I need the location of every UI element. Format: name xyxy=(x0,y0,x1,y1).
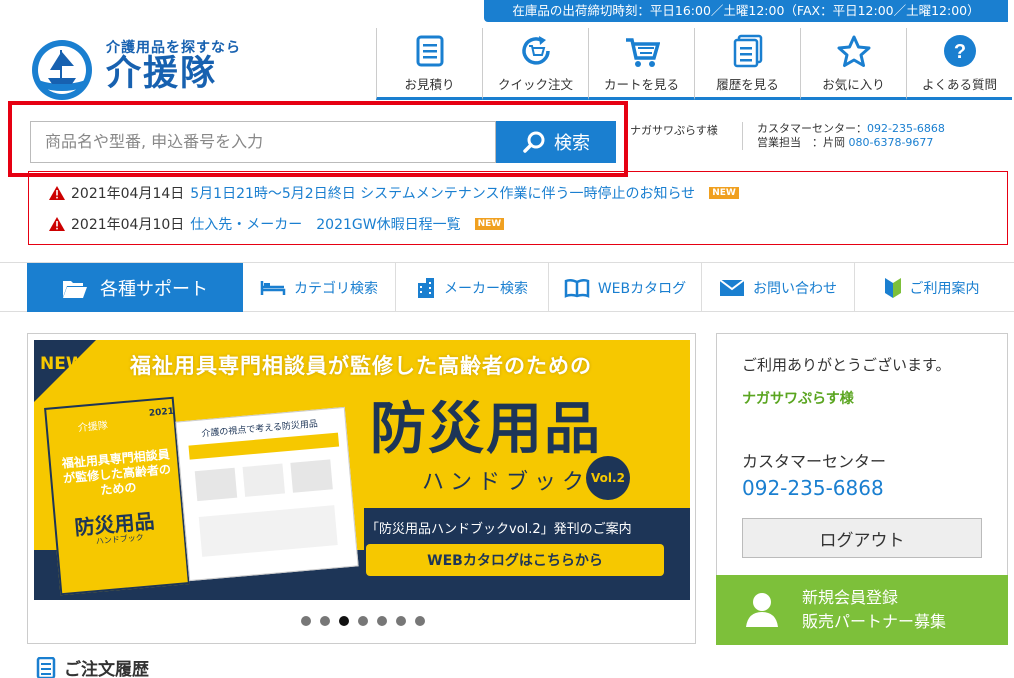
nav-web-catalog[interactable]: WEBカタログ xyxy=(549,263,702,312)
notice-date: 2021年04月10日 xyxy=(71,217,185,233)
carousel-dot[interactable] xyxy=(319,616,330,626)
logo-emblem[interactable] xyxy=(26,36,102,100)
leaflet-image: 介護の視点で考える防災用品 xyxy=(175,406,359,582)
notice-link[interactable]: 5月1日21時～5月2日終日 システムメンテナンス作業に伴う一時停止のお知らせ xyxy=(190,183,695,203)
nav-support[interactable]: 各種サポート xyxy=(27,263,243,312)
nav-guide-label: ご利用案内 xyxy=(909,280,980,297)
sidebar-thanks: ご利用ありがとうございます。 xyxy=(742,356,951,374)
carousel-dots xyxy=(28,616,697,626)
nav-maker-label: メーカー検索 xyxy=(444,280,528,297)
search-icon xyxy=(523,131,545,153)
carousel-dot[interactable] xyxy=(395,616,406,626)
history-button[interactable]: 履歴を見る xyxy=(694,28,800,100)
question-icon: ? xyxy=(943,35,976,67)
quick-order-button[interactable]: クイック注文 xyxy=(482,28,588,100)
quick-order-label: クイック注文 xyxy=(497,77,573,92)
nav-support-label: 各種サポート xyxy=(100,278,208,300)
notice-box: 2021年04月14日 5月1日21時～5月2日終日 システムメンテナンス作業に… xyxy=(28,171,1008,245)
favorites-button[interactable]: お気に入り xyxy=(800,28,906,100)
nav-category-label: カテゴリ検索 xyxy=(294,280,378,297)
order-history-heading: ご注文履歴 xyxy=(36,655,149,678)
mail-icon xyxy=(719,278,745,296)
star-icon xyxy=(837,35,870,67)
shipping-deadline-note: 在庫品の出荷締切時刻：平日16:00／土曜12:00（FAX：平日12:00／土… xyxy=(484,0,1008,22)
register-button[interactable]: 新規会員登録 販売パートナー募集 xyxy=(716,575,1008,645)
header-icon-bar: お見積り クイック注文 カートを見る 履歴を見る お気に入り ? よくある質問 xyxy=(376,28,1012,100)
book-icon xyxy=(564,278,590,298)
banner-cta-button[interactable]: WEBカタログはこちらから xyxy=(366,544,664,576)
search-button-label: 検索 xyxy=(554,133,590,154)
banner-headline: 福祉用具専門相談員が監修した高齢者のための xyxy=(130,354,592,378)
nav-maker-search[interactable]: メーカー検索 xyxy=(396,263,549,312)
search-button[interactable]: 検索 xyxy=(496,121,616,163)
contact-info: カスタマーセンター：092-235-6868 営業担当 ：片岡 080-6378… xyxy=(742,122,945,150)
center-label: カスタマーセンター： xyxy=(757,122,867,135)
order-history-title: ご注文履歴 xyxy=(64,660,149,678)
beginner-mark-icon xyxy=(884,277,901,298)
carousel-dot[interactable] xyxy=(376,616,387,626)
banner-subtitle: ハンドブック xyxy=(422,470,591,495)
search-input[interactable]: 商品名や型番, 申込番号を入力 xyxy=(30,121,496,163)
history-label: 履歴を見る xyxy=(716,77,779,92)
register-line1: 新規会員登録 xyxy=(802,588,899,607)
banner-vol-badge: Vol.2 xyxy=(586,456,630,500)
notice-item: 2021年04月14日 5月1日21時～5月2日終日 システムメンテナンス作業に… xyxy=(49,183,739,203)
favorites-label: お気に入り xyxy=(822,77,885,92)
bed-icon xyxy=(260,280,286,295)
carousel-dot[interactable] xyxy=(338,616,349,626)
nav-contact[interactable]: お問い合わせ xyxy=(702,263,855,312)
nav-catalog-label: WEBカタログ xyxy=(597,280,687,297)
main-nav: 各種サポート カテゴリ検索 メーカー検索 WEBカタログ お問い合わせ ご利用案… xyxy=(0,262,1014,312)
quote-label: お見積り xyxy=(404,77,455,92)
nav-category-search[interactable]: カテゴリ検索 xyxy=(243,263,396,312)
carousel-dot[interactable] xyxy=(414,616,425,626)
rep-label: 営業担当 ：片岡 xyxy=(757,136,845,149)
book-cover-image: 介援隊 2021 福祉用具専門相談員が監修した高齢者のための 防災用品 ハンドブ… xyxy=(44,396,190,596)
banner-new-badge: NEW xyxy=(40,354,85,374)
notice-item: 2021年04月10日 仕入先・メーカー 2021GW休暇日程一覧 NEW xyxy=(49,214,505,234)
quote-icon xyxy=(416,35,443,67)
book-year: 2021 xyxy=(148,406,175,419)
carousel-dot[interactable] xyxy=(357,616,368,626)
quote-button[interactable]: お見積り xyxy=(376,28,482,100)
new-badge: NEW xyxy=(709,187,739,199)
svg-text:?: ? xyxy=(953,41,965,63)
building-icon xyxy=(418,277,434,298)
search-area: 商品名や型番, 申込番号を入力 検索 xyxy=(8,101,628,177)
banner-notice: 「防災用品ハンドブックvol.2」発刊のご案内 xyxy=(366,522,632,537)
register-line2: 販売パートナー募集 xyxy=(802,612,947,631)
user-name: ナガサワぷらす様 xyxy=(630,124,718,137)
notice-link[interactable]: 仕入先・メーカー 2021GW休暇日程一覧 xyxy=(190,214,460,234)
center-tel[interactable]: 092-235-6868 xyxy=(867,122,945,135)
banner-carousel: NEW 福祉用具専門相談員が監修した高齢者のための 防災用品 ハンドブック Vo… xyxy=(27,333,696,644)
quick-order-icon xyxy=(521,36,550,65)
cart-icon xyxy=(625,38,660,67)
history-icon xyxy=(733,34,762,68)
faq-label: よくある質問 xyxy=(921,77,997,92)
banner-title: 防災用品 xyxy=(370,397,602,462)
logout-button[interactable]: ログアウト xyxy=(742,518,982,558)
carousel-dot[interactable] xyxy=(300,616,311,626)
user-icon xyxy=(746,593,778,627)
book-brand: 介援隊 xyxy=(77,420,109,435)
cart-button[interactable]: カートを見る xyxy=(588,28,694,100)
sidebar-user-name: ナガサワぷらす様 xyxy=(742,391,854,407)
document-icon xyxy=(36,656,56,678)
warning-icon xyxy=(49,217,65,231)
book-lead: 福祉用具専門相談員が監修した高齢者のための xyxy=(61,447,172,498)
notice-date: 2021年04月14日 xyxy=(71,186,185,202)
banner-slide[interactable]: NEW 福祉用具専門相談員が監修した高齢者のための 防災用品 ハンドブック Vo… xyxy=(34,340,690,600)
folder-open-icon xyxy=(63,280,87,298)
sidebar-account-panel: ご利用ありがとうございます。 ナガサワぷらす様 カスタマーセンター 092-23… xyxy=(716,333,1008,575)
new-badge: NEW xyxy=(474,218,505,230)
nav-contact-label: お問い合わせ xyxy=(753,280,837,297)
warning-icon xyxy=(49,186,65,200)
cart-label: カートを見る xyxy=(603,77,679,92)
sidebar-cc-label: カスタマーセンター xyxy=(742,452,887,471)
logo-name[interactable]: 介援隊 xyxy=(106,54,217,94)
rep-tel[interactable]: 080-6378-9677 xyxy=(849,136,934,149)
sidebar-cc-tel[interactable]: 092-235-6868 xyxy=(742,476,884,500)
faq-button[interactable]: ? よくある質問 xyxy=(906,28,1012,100)
nav-guide[interactable]: ご利用案内 xyxy=(855,263,1008,312)
